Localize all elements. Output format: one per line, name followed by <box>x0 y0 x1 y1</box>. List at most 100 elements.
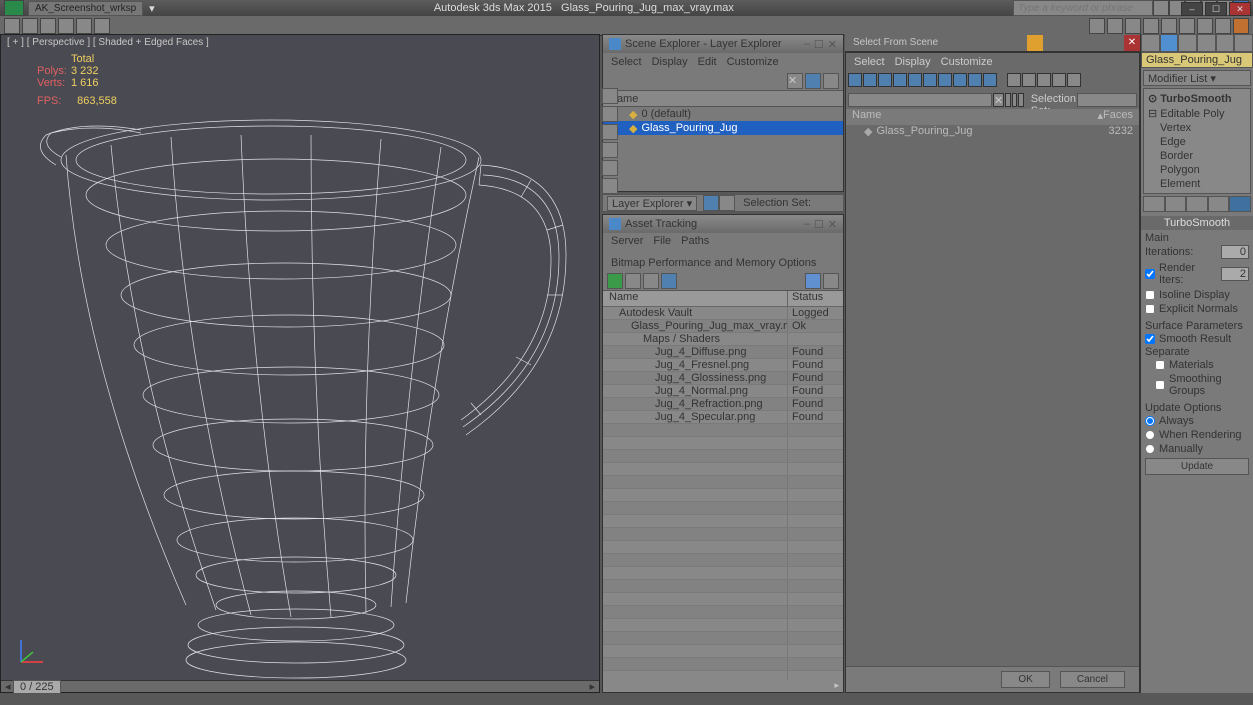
tab-utilities[interactable] <box>1234 34 1253 52</box>
render-iters-spinner[interactable]: 2 <box>1221 267 1249 281</box>
smoothing-groups-check[interactable] <box>1155 380 1165 390</box>
sub-edge[interactable]: Edge <box>1146 135 1248 149</box>
new-icon[interactable] <box>4 18 20 34</box>
minimize-icon[interactable]: – <box>804 218 810 231</box>
maximize-button[interactable]: ☐ <box>1205 2 1227 16</box>
workspace-name[interactable]: AK_Screenshot_wrksp <box>28 1 143 16</box>
f7[interactable] <box>938 73 952 87</box>
tab-modify[interactable] <box>1160 34 1179 52</box>
modifier-list-dropdown[interactable]: Modifier List ▾ <box>1143 70 1251 86</box>
options-icon[interactable] <box>823 73 839 89</box>
col-status[interactable]: Status <box>787 291 843 306</box>
filter-cameras-icon[interactable] <box>602 142 618 158</box>
undo-icon[interactable] <box>58 18 74 34</box>
menu-file[interactable]: File <box>653 235 671 247</box>
pin-stack-icon[interactable] <box>1143 196 1165 212</box>
tree-icon[interactable] <box>625 273 641 289</box>
pin-icon[interactable] <box>1027 35 1043 51</box>
help-icon[interactable] <box>805 273 821 289</box>
iterations-spinner[interactable]: 0 <box>1221 245 1249 259</box>
filter-helpers-icon[interactable] <box>602 160 618 176</box>
table-row[interactable]: Autodesk VaultLogged <box>603 307 843 320</box>
filter-lights-icon[interactable] <box>602 124 618 140</box>
col-name[interactable]: Name <box>852 109 1098 125</box>
save-icon[interactable] <box>40 18 56 34</box>
scene-tree[interactable]: ◆0 (default)◆Glass_Pouring_Jug <box>603 107 843 191</box>
smooth-result-check[interactable] <box>1145 334 1155 344</box>
render-iters-check[interactable] <box>1145 269 1155 279</box>
tree-row[interactable]: ◆Glass_Pouring_Jug <box>603 121 843 135</box>
menu-select[interactable]: Select <box>854 56 885 68</box>
menu-edit[interactable]: Edit <box>698 56 717 68</box>
filter-bones-icon[interactable] <box>602 178 618 194</box>
remove-icon[interactable] <box>1208 196 1230 212</box>
cancel-button[interactable]: Cancel <box>1060 671 1125 688</box>
layer-icon-2[interactable] <box>719 195 735 211</box>
f14[interactable] <box>1052 73 1066 87</box>
close-icon[interactable]: ✕ <box>828 38 837 51</box>
configure-icon[interactable] <box>1229 196 1251 212</box>
update-always-radio[interactable] <box>1145 416 1155 426</box>
table-row[interactable]: Jug_4_Glossiness.pngFound <box>603 372 843 385</box>
move-icon[interactable] <box>1107 18 1123 34</box>
list-item[interactable]: ◆Glass_Pouring_Jug3232 <box>846 125 1139 139</box>
update-manual-radio[interactable] <box>1145 444 1155 454</box>
clear-icon[interactable]: ✕ <box>993 93 1004 107</box>
materials-check[interactable] <box>1155 360 1165 370</box>
mirror-icon[interactable] <box>1179 18 1195 34</box>
sub-polygon[interactable]: Polygon <box>1146 163 1248 177</box>
object-name-field[interactable]: Glass_Pouring_Jug <box>1141 52 1253 68</box>
sort-icon[interactable] <box>1005 93 1011 107</box>
f9[interactable] <box>968 73 982 87</box>
sfs-titlebar[interactable]: Select From Scene ✕ <box>845 34 1140 52</box>
menu-display[interactable]: Display <box>895 56 931 68</box>
material-icon[interactable] <box>1215 18 1231 34</box>
menu-select[interactable]: Select <box>611 56 642 68</box>
select-icon[interactable] <box>1089 18 1105 34</box>
sfs-search-input[interactable] <box>848 93 992 107</box>
update-button[interactable]: Update <box>1145 458 1249 475</box>
isoline-check[interactable] <box>1145 290 1155 300</box>
rotate-icon[interactable] <box>1125 18 1141 34</box>
tab-create[interactable] <box>1141 34 1160 52</box>
maximize-icon[interactable]: ☐ <box>814 38 824 51</box>
f6[interactable] <box>923 73 937 87</box>
stack-editablepoly[interactable]: ⊟ Editable Poly <box>1146 106 1248 121</box>
ok-button[interactable]: OK <box>1001 671 1049 688</box>
filter-shapes-icon[interactable] <box>602 106 618 122</box>
tab-motion[interactable] <box>1197 34 1216 52</box>
explicit-normals-check[interactable] <box>1145 304 1155 314</box>
f10[interactable] <box>983 73 997 87</box>
flat-icon[interactable] <box>643 273 659 289</box>
show-result-icon[interactable] <box>1165 196 1187 212</box>
table-row[interactable]: Jug_4_Fresnel.pngFound <box>603 359 843 372</box>
settings-icon[interactable] <box>823 273 839 289</box>
viewport-label[interactable]: [ + ] [ Perspective ] [ Shaded + Edged F… <box>7 37 209 48</box>
asset-table[interactable]: NameStatus Autodesk VaultLoggedGlass_Pou… <box>603 291 843 680</box>
close-button[interactable]: ✕ <box>1229 2 1251 16</box>
view-icon[interactable] <box>1018 93 1024 107</box>
menu-paths[interactable]: Paths <box>681 235 709 247</box>
table-row[interactable]: Jug_4_Normal.pngFound <box>603 385 843 398</box>
f3[interactable] <box>878 73 892 87</box>
menu-server[interactable]: Server <box>611 235 643 247</box>
f11[interactable] <box>1007 73 1021 87</box>
close-icon[interactable]: ✕ <box>1124 35 1140 51</box>
table-row[interactable]: Jug_4_Diffuse.pngFound <box>603 346 843 359</box>
filter-icon[interactable]: ✕ <box>787 73 803 89</box>
close-icon[interactable]: ✕ <box>828 218 837 231</box>
redo-icon[interactable] <box>76 18 92 34</box>
update-render-radio[interactable] <box>1145 430 1155 440</box>
f8[interactable] <box>953 73 967 87</box>
selection-set-input[interactable] <box>1077 93 1137 107</box>
scene-explorer-title[interactable]: Scene Explorer - Layer Explorer –☐✕ <box>603 35 843 53</box>
asset-title[interactable]: Asset Tracking –☐✕ <box>603 215 843 233</box>
tree-row[interactable]: ◆0 (default) <box>603 107 843 121</box>
table-row[interactable]: Jug_4_Refraction.pngFound <box>603 398 843 411</box>
viewport-perspective[interactable]: [ + ] [ Perspective ] [ Shaded + Edged F… <box>0 34 600 693</box>
tab-hierarchy[interactable] <box>1178 34 1197 52</box>
link-icon[interactable] <box>94 18 110 34</box>
menu-bitmap[interactable]: Bitmap Performance and Memory Options <box>611 257 816 269</box>
sub-element[interactable]: Element <box>1146 177 1248 191</box>
f15[interactable] <box>1067 73 1081 87</box>
